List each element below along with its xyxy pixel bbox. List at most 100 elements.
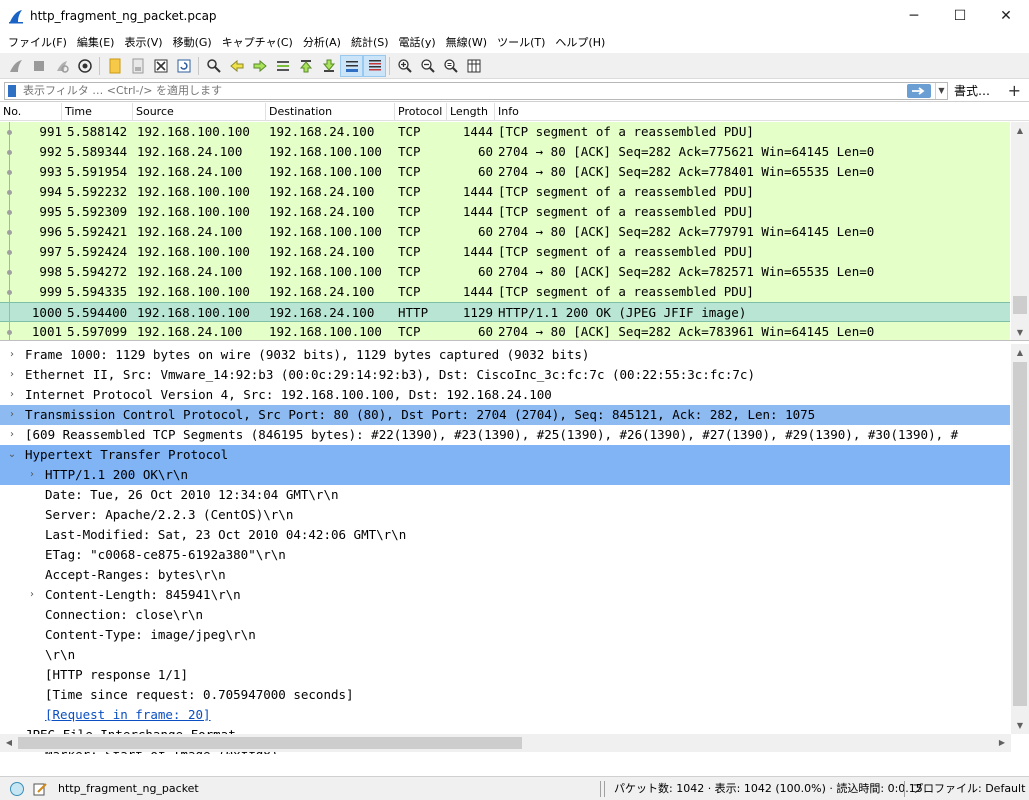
resize-columns-icon[interactable] [462,55,485,77]
detail-tree-item[interactable]: › Frame 1000: 1129 bytes on wire (9032 bi… [0,345,1010,365]
column-header-time[interactable]: Time [62,103,133,121]
menu-telephony[interactable]: 電話(y) [395,34,442,50]
filter-bookmark-icon[interactable] [5,83,19,99]
menu-help[interactable]: ヘルプ(H) [551,34,611,50]
chevron-right-icon[interactable]: › [6,345,18,365]
menu-capture[interactable]: キャプチャ(C) [218,34,299,50]
find-icon[interactable] [202,55,225,77]
menu-edit[interactable]: 編集(E) [73,34,121,50]
go-first-icon[interactable] [294,55,317,77]
packet-list-scrollbar[interactable]: ▲ ▼ [1011,122,1029,340]
scroll-down-icon[interactable]: ▼ [1011,324,1029,340]
column-header-length[interactable]: Length [447,103,495,121]
scrollbar-thumb[interactable] [1013,296,1027,314]
detail-tree-item[interactable]: [Time since request: 0.705947000 seconds… [0,685,1010,705]
table-row[interactable]: 992 5.589344 192.168.24.100 192.168.100.100… [0,142,1010,162]
go-back-icon[interactable] [225,55,248,77]
detail-tree-item[interactable]: Connection: close\r\n [0,605,1010,625]
save-file-icon[interactable] [126,55,149,77]
table-row[interactable]: 991 5.588142 192.168.100.100 192.168.24.100… [0,122,1010,142]
detail-tree-item[interactable]: › Internet Protocol Version 4, Src: 192.1… [0,385,1010,405]
details-scrollbar[interactable]: ▲ ▼ [1011,344,1029,734]
autoscroll-icon[interactable] [340,54,363,77]
detail-tree-item[interactable]: ⌄ Hypertext Transfer Protocol [0,445,1010,465]
menu-statistics[interactable]: 統計(S) [347,34,395,50]
column-header-protocol[interactable]: Protocol [395,103,447,121]
detail-tree-item[interactable]: [HTTP response 1/1] [0,665,1010,685]
open-file-icon[interactable] [103,55,126,77]
close-button[interactable]: ✕ [983,0,1029,32]
detail-link[interactable]: [Request in frame: 20] [45,705,211,725]
zoom-in-icon[interactable] [393,55,416,77]
detail-tree-item[interactable]: Last-Modified: Sat, 23 Oct 2010 04:42:06… [0,525,1010,545]
table-row[interactable]: 993 5.591954 192.168.24.100 192.168.100.100… [0,162,1010,182]
chevron-right-icon[interactable]: › [6,385,18,405]
chevron-right-icon[interactable]: › [26,465,38,485]
chevron-down-icon[interactable]: ⌄ [6,445,18,465]
detail-tree-item[interactable]: ETag: "c0068-ce875-6192a380"\r\n [0,545,1010,565]
table-row[interactable]: 995 5.592309 192.168.100.100 192.168.24.100… [0,202,1010,222]
stop-icon[interactable] [27,55,50,77]
scroll-right-icon[interactable]: ▶ [993,734,1011,751]
detail-tree-item[interactable]: › HTTP/1.1 200 OK\r\n [0,465,1010,485]
menu-wireless[interactable]: 無線(W) [442,34,493,50]
table-row[interactable]: 999 5.594335 192.168.100.100 192.168.24.100… [0,282,1010,302]
detail-tree-item[interactable]: [Request in frame: 20] [0,705,1010,725]
detail-tree-item[interactable]: › Content-Length: 845941\r\n [0,585,1010,605]
column-header-destination[interactable]: Destination [266,103,395,121]
reload-icon[interactable] [172,55,195,77]
go-forward-icon[interactable] [248,55,271,77]
table-row[interactable]: 997 5.592424 192.168.100.100 192.168.24.100… [0,242,1010,262]
menu-tools[interactable]: ツール(T) [493,34,551,50]
maximize-button[interactable]: ☐ [937,0,983,32]
minimize-button[interactable]: ─ [891,0,937,32]
display-filter-input[interactable] [19,82,907,99]
column-header-no[interactable]: No. [0,103,62,121]
go-to-packet-icon[interactable] [271,55,294,77]
filter-expression-button[interactable]: 書式… [954,82,990,99]
detail-tree-item[interactable]: Accept-Ranges: bytes\r\n [0,565,1010,585]
scroll-down-icon[interactable]: ▼ [1011,717,1029,734]
menu-file[interactable]: ファイル(F) [4,34,73,50]
chevron-right-icon[interactable]: › [26,585,38,605]
scrollbar-thumb[interactable] [1013,362,1027,706]
close-file-icon[interactable] [149,55,172,77]
expert-info-icon[interactable] [10,781,24,796]
chevron-right-icon[interactable]: › [6,365,18,385]
zoom-reset-icon[interactable] [439,55,462,77]
add-filter-button[interactable]: + [1008,81,1021,100]
scroll-up-icon[interactable]: ▲ [1011,344,1029,361]
detail-tree-item[interactable]: › Ethernet II, Src: Vmware_14:92:b3 (00:0… [0,365,1010,385]
detail-tree-item[interactable]: Server: Apache/2.2.3 (CentOS)\r\n [0,505,1010,525]
colorize-icon[interactable] [363,54,386,77]
detail-tree-item[interactable]: \r\n [0,645,1010,665]
go-last-icon[interactable] [317,55,340,77]
table-row[interactable]: 998 5.594272 192.168.24.100 192.168.100.100… [0,262,1010,282]
shark-start-icon[interactable] [4,55,27,77]
capture-comment-icon[interactable] [32,781,48,797]
detail-tree-item[interactable]: › [609 Reassembled TCP Segments (846195 b… [0,425,1010,445]
scrollbar-thumb[interactable] [18,737,522,749]
apply-filter-icon[interactable] [907,83,931,98]
table-row[interactable]: 1000 5.594400 192.168.100.100 192.168.24.10… [0,302,1010,323]
column-header-info[interactable]: Info [495,103,1029,121]
table-row[interactable]: 1001 5.597099 192.168.24.100 192.168.100.10… [0,322,1010,340]
menu-go[interactable]: 移動(G) [169,34,218,50]
restart-icon[interactable] [50,55,73,77]
options-icon[interactable] [73,55,96,77]
menu-view[interactable]: 表示(V) [120,34,168,50]
table-row[interactable]: 994 5.592232 192.168.100.100 192.168.24.100… [0,182,1010,202]
status-profile[interactable]: プロファイル: Default [912,777,1025,800]
zoom-out-icon[interactable] [416,55,439,77]
detail-tree-item[interactable]: › Transmission Control Protocol, Src Port… [0,405,1010,425]
scroll-left-icon[interactable]: ◀ [0,734,18,751]
menu-analyze[interactable]: 分析(A) [299,34,347,50]
detail-tree-item[interactable]: Date: Tue, 26 Oct 2010 12:34:04 GMT\r\n [0,485,1010,505]
chevron-down-icon[interactable]: ▼ [935,82,947,99]
detail-tree-item[interactable]: Content-Type: image/jpeg\r\n [0,625,1010,645]
scroll-up-icon[interactable]: ▲ [1011,122,1029,139]
chevron-right-icon[interactable]: › [6,405,18,425]
table-row[interactable]: 996 5.592421 192.168.24.100 192.168.100.100… [0,222,1010,242]
column-header-source[interactable]: Source [133,103,266,121]
details-horizontal-scrollbar[interactable]: ◀ ▶ [0,734,1011,752]
